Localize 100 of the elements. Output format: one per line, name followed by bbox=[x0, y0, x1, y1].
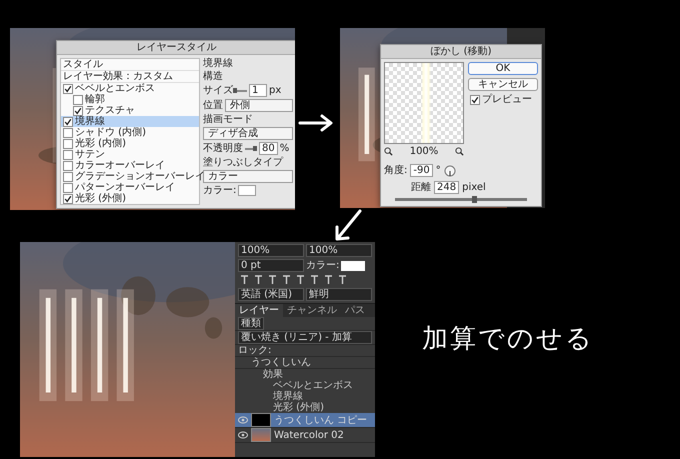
checkbox[interactable] bbox=[470, 94, 480, 104]
text-field[interactable]: 100% bbox=[306, 244, 372, 257]
filter-dropdown[interactable]: 種類 bbox=[238, 317, 264, 330]
text-style-icon[interactable] bbox=[296, 275, 305, 285]
checkbox[interactable] bbox=[63, 84, 73, 94]
effect-label: 光彩 (外側) bbox=[75, 193, 126, 204]
text-style-icon[interactable] bbox=[282, 275, 291, 285]
unit-label: px bbox=[269, 85, 282, 96]
cancel-button[interactable]: キャンセル bbox=[468, 78, 538, 91]
language-dropdown[interactable]: 英語 (米国) bbox=[238, 288, 304, 301]
checkbox[interactable] bbox=[63, 116, 73, 126]
checkbox[interactable] bbox=[63, 150, 73, 160]
dialog-title: ぼかし (移動) bbox=[381, 45, 541, 59]
section-title: 境界線 bbox=[203, 58, 234, 69]
color-swatch[interactable] bbox=[238, 185, 256, 196]
checkbox[interactable] bbox=[63, 138, 73, 148]
field-label: カラー: bbox=[203, 185, 236, 196]
distance-field[interactable]: 248 bbox=[434, 181, 460, 194]
effect-item[interactable]: 光彩 (内側) bbox=[61, 138, 199, 149]
layer-thumbnail bbox=[251, 413, 271, 427]
checkbox[interactable] bbox=[63, 172, 73, 182]
effect-item[interactable]: 光彩 (外側) bbox=[61, 193, 199, 204]
dropdown[interactable]: カラー bbox=[203, 170, 293, 183]
dropdown[interactable]: ディザ合成 bbox=[203, 127, 293, 140]
panel-tab[interactable]: チャンネル bbox=[283, 304, 341, 317]
field-label: 不透明度 bbox=[203, 143, 243, 154]
effect-label: 輪郭 bbox=[85, 94, 105, 105]
effect-label: 境界線 bbox=[75, 116, 105, 127]
number-field[interactable]: 80 bbox=[259, 142, 278, 155]
effect-name: ベベルとエンボス bbox=[273, 380, 353, 391]
slider-thumb[interactable] bbox=[233, 88, 238, 92]
text-field[interactable]: 100% bbox=[238, 244, 304, 257]
effect-label: 光彩 (内側) bbox=[75, 138, 126, 149]
checkbox[interactable] bbox=[63, 128, 73, 138]
text-style-icon[interactable] bbox=[268, 275, 277, 285]
text-style-icon[interactable] bbox=[310, 275, 319, 285]
right-arrow bbox=[298, 112, 334, 134]
group-title: 構造 bbox=[203, 71, 224, 82]
checkbox[interactable] bbox=[63, 182, 73, 192]
color-swatch[interactable] bbox=[341, 260, 366, 270]
slider-thumb[interactable] bbox=[252, 146, 257, 150]
effect-item[interactable]: カラーオーバーレイ bbox=[61, 160, 199, 171]
checkbox[interactable] bbox=[73, 106, 83, 116]
zoom-out-icon[interactable] bbox=[455, 147, 464, 156]
zoom-level: 100% bbox=[410, 146, 438, 157]
effect-label: パターンオーバーレイ bbox=[75, 182, 175, 193]
panel-tab[interactable]: レイヤー bbox=[235, 304, 283, 317]
effect-name: 境界線 bbox=[273, 391, 303, 402]
preview-label: プレビュー bbox=[482, 94, 532, 105]
zoom-in-icon[interactable] bbox=[384, 147, 393, 156]
field-label: 塗りつぶしタイプ bbox=[203, 157, 283, 168]
ok-button[interactable]: OK bbox=[468, 62, 538, 75]
lock-label: ロック: bbox=[238, 345, 272, 356]
effect-name: 光彩 (外側) bbox=[273, 402, 324, 413]
effect-item[interactable]: シャドウ (内側) bbox=[61, 127, 199, 138]
text-style-icon[interactable] bbox=[240, 275, 249, 285]
checkbox[interactable] bbox=[73, 94, 83, 104]
effect-label: ベベルとエンボス bbox=[75, 83, 155, 94]
eye-icon[interactable] bbox=[238, 431, 248, 439]
panel-tab[interactable]: パス bbox=[341, 304, 369, 317]
angle-dial-icon[interactable] bbox=[444, 164, 456, 176]
effect-item[interactable]: 境界線 bbox=[61, 116, 199, 127]
layer-name: うつくしいん コピー bbox=[274, 414, 368, 426]
slider-thumb[interactable] bbox=[472, 196, 478, 203]
effects-label: 効果 bbox=[263, 369, 283, 380]
text-field[interactable]: 0 pt bbox=[238, 259, 304, 272]
checkbox[interactable] bbox=[63, 160, 73, 170]
field-label: 角度: bbox=[384, 165, 408, 176]
down-left-arrow bbox=[333, 208, 363, 242]
field-label: 位置 bbox=[203, 100, 223, 111]
dialog-title: レイヤースタイル bbox=[57, 41, 295, 55]
unit-label: % bbox=[280, 143, 290, 154]
styles-header[interactable]: スタイル bbox=[61, 59, 199, 71]
angle-field[interactable]: -90 bbox=[410, 164, 433, 177]
unit-label: pixel bbox=[462, 182, 486, 193]
text-style-icon[interactable] bbox=[338, 275, 347, 285]
caption: 加算でのせる bbox=[422, 324, 594, 354]
text-style-icon[interactable] bbox=[324, 275, 333, 285]
blend-options-item[interactable]: レイヤー効果：カスタム bbox=[61, 71, 199, 83]
effect-item[interactable]: サテン bbox=[61, 149, 199, 160]
layer-name: うつくしいん bbox=[251, 357, 311, 368]
layer-row[interactable]: うつくしいん bbox=[235, 357, 375, 369]
effect-item[interactable]: ベベルとエンボス bbox=[61, 83, 199, 94]
unit-label: ° bbox=[436, 165, 441, 176]
antialias-dropdown[interactable]: 鮮明 bbox=[306, 288, 372, 301]
blend-mode-dropdown[interactable]: 覆い焼き (リニア) - 加算 bbox=[238, 331, 372, 344]
effect-item[interactable]: 輪郭 bbox=[61, 94, 199, 105]
effect-label: シャドウ (内側) bbox=[75, 127, 146, 138]
checkbox[interactable] bbox=[63, 194, 73, 204]
field-label: 描画モード bbox=[203, 114, 253, 125]
dropdown[interactable]: 外側 bbox=[225, 99, 293, 112]
effect-label: カラーオーバーレイ bbox=[75, 160, 165, 171]
effect-item[interactable]: パターンオーバーレイ bbox=[61, 182, 199, 193]
number-field[interactable]: 1 bbox=[249, 84, 267, 97]
layer-thumbnail bbox=[251, 428, 271, 442]
effect-label: テクスチャ bbox=[85, 105, 135, 116]
layer-row[interactable]: Watercolor 02 bbox=[235, 428, 375, 443]
text-style-icon[interactable] bbox=[254, 275, 263, 285]
field-label: サイズ bbox=[203, 85, 233, 96]
effect-item[interactable]: テクスチャ bbox=[61, 105, 199, 116]
